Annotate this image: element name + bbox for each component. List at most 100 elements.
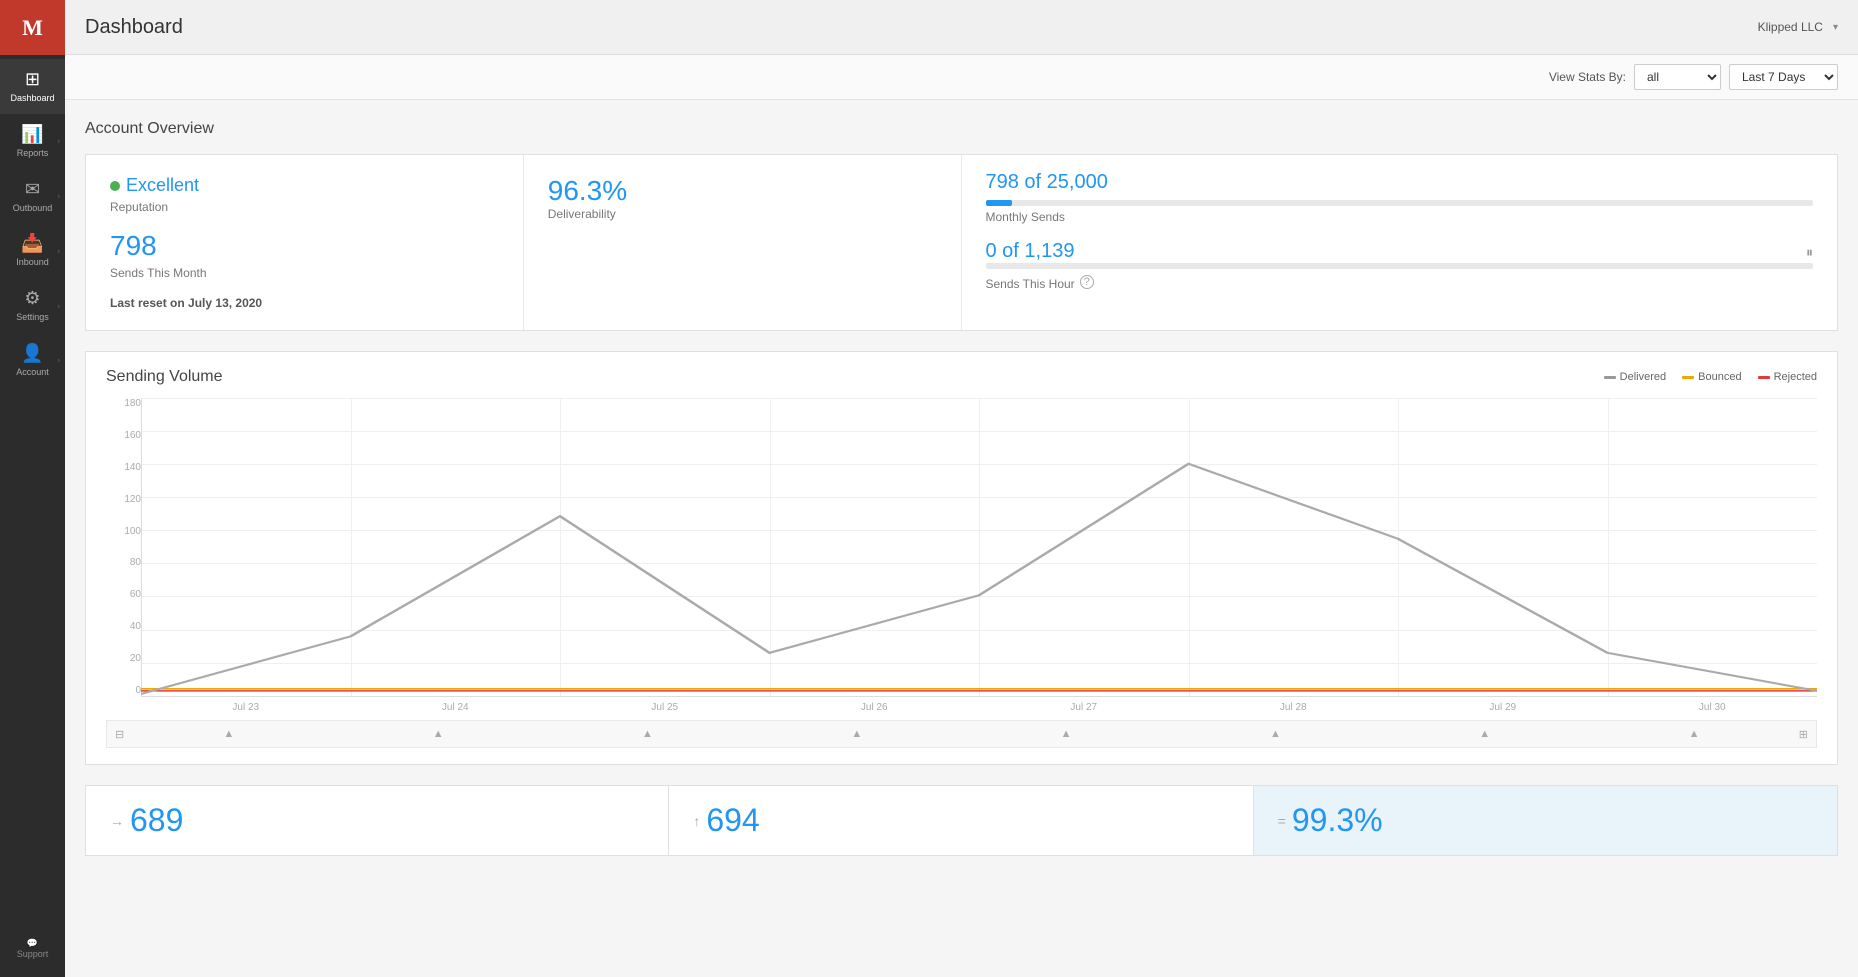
overview-section-title: Account Overview xyxy=(85,120,1838,138)
bottom-stat-sent: → 689 xyxy=(85,785,669,856)
view-stats-label: View Stats By: xyxy=(1549,70,1626,84)
logo-text: M xyxy=(22,15,43,41)
last-reset-text: Last reset on July 13, 2020 xyxy=(110,296,499,310)
hourly-sends-label: Sends This Hour xyxy=(986,277,1075,291)
sidebar-item-account[interactable]: 👤 Account › xyxy=(0,333,65,388)
sent-arrow-icon: → xyxy=(110,813,124,829)
sidebar-item-dashboard[interactable]: ⊞ Dashboard xyxy=(0,59,65,114)
hourly-sends-progress-bg xyxy=(986,263,1814,269)
expand-icon: › xyxy=(57,246,60,255)
sending-volume-section: Sending Volume Delivered Bounced Rejecte… xyxy=(85,351,1838,765)
delivered-legend-color xyxy=(1604,376,1616,379)
monthly-sends-label: Monthly Sends xyxy=(986,210,1814,224)
content-area: Account Overview Excellent Reputation 79… xyxy=(65,100,1858,977)
chart-title: Sending Volume xyxy=(106,368,223,386)
sidebar-item-label: Outbound xyxy=(13,203,53,214)
reputation-dot xyxy=(110,181,120,191)
stats-filter-select[interactable]: all sent delivered xyxy=(1634,64,1721,90)
last-reset-prefix: Last reset on xyxy=(110,296,185,310)
support-icon: 💬 xyxy=(27,938,38,949)
rate-equals-icon: = xyxy=(1278,813,1286,829)
bounced-legend-color xyxy=(1682,376,1694,379)
company-dropdown-icon[interactable]: ▾ xyxy=(1833,22,1838,33)
header-right: Klipped LLC ▾ xyxy=(1758,20,1838,34)
chart-area: Jul 23 Jul 24 Jul 25 Jul 26 Jul 27 Jul 2… xyxy=(141,398,1817,718)
reputation-stat: Excellent Reputation xyxy=(110,175,499,214)
deliverability-value: 96.3% xyxy=(548,175,937,207)
delivered-arrow-icon: ↑ xyxy=(693,813,700,829)
last-reset-date: July 13, 2020 xyxy=(188,296,262,310)
legend-rejected: Rejected xyxy=(1758,371,1817,383)
monthly-sends-row: 798 of 25,000 Monthly Sends xyxy=(986,171,1814,224)
pause-icon[interactable]: ⏸ xyxy=(1806,244,1813,261)
reports-icon: 📊 xyxy=(21,124,43,145)
monthly-sends-progress-fill xyxy=(986,200,1012,206)
sidebar-item-label: Account xyxy=(16,367,49,378)
sends-this-month-stat: 798 Sends This Month xyxy=(110,230,499,280)
sends-progress-col: 798 of 25,000 Monthly Sends 0 of 1,139 ⏸ xyxy=(962,155,1838,330)
company-name: Klipped LLC xyxy=(1758,20,1823,34)
monthly-sends-progress-bg xyxy=(986,200,1814,206)
hourly-sends-value: 0 of 1,139 xyxy=(986,240,1075,263)
time-range-select[interactable]: Last 7 Days Last 30 Days Last 90 Days xyxy=(1729,64,1838,90)
sidebar-item-inbound[interactable]: 📥 Inbound › xyxy=(0,223,65,278)
rate-value: 99.3% xyxy=(1292,802,1383,839)
scroll-bar-area[interactable]: ▲ ▲ ▲ ▲ ▲ ▲ ▲ ▲ xyxy=(124,728,1799,740)
support-label: Support xyxy=(17,949,49,959)
overview-grid: Excellent Reputation 798 Sends This Mont… xyxy=(85,154,1838,331)
overview-left-col: Excellent Reputation 798 Sends This Mont… xyxy=(86,155,524,330)
deliverability-col: 96.3% Deliverability xyxy=(524,155,962,330)
expand-icon: › xyxy=(57,356,60,365)
dashboard-icon: ⊞ xyxy=(25,69,40,90)
bottom-stat-rate: = 99.3% xyxy=(1254,785,1838,856)
sidebar-item-reports[interactable]: 📊 Reports › xyxy=(0,114,65,169)
outbound-icon: ✉ xyxy=(25,179,40,200)
scroll-left-icon[interactable]: ⊟ xyxy=(115,728,124,741)
bottom-stats: → 689 ↑ 694 = 99.3% xyxy=(85,785,1838,856)
sidebar-item-label: Dashboard xyxy=(10,93,54,104)
sidebar-item-label: Reports xyxy=(17,148,49,159)
sidebar-item-label: Settings xyxy=(16,312,49,323)
main-content: Dashboard Klipped LLC ▾ View Stats By: a… xyxy=(65,0,1858,977)
reputation-value: Excellent xyxy=(126,175,199,196)
legend-delivered: Delivered xyxy=(1604,371,1666,383)
bottom-stat-delivered: ↑ 694 xyxy=(669,785,1253,856)
app-logo[interactable]: M xyxy=(0,0,65,55)
deliverability-label: Deliverability xyxy=(548,207,937,221)
inbound-icon: 📥 xyxy=(21,233,43,254)
scroll-controls: ⊟ ▲ ▲ ▲ ▲ ▲ ▲ ▲ ▲ ⊞ xyxy=(106,720,1817,748)
chart-wrapper: 180 160 140 120 100 80 60 40 20 0 xyxy=(106,398,1817,718)
sent-value: 689 xyxy=(130,802,183,839)
sidebar-item-support[interactable]: 💬 Support xyxy=(0,928,65,969)
reputation-label: Reputation xyxy=(110,200,499,214)
expand-icon: › xyxy=(57,137,60,146)
sidebar: M ⊞ Dashboard 📊 Reports › ✉ Outbound › 📥… xyxy=(0,0,65,977)
chart-legend: Delivered Bounced Rejected xyxy=(1604,371,1817,383)
y-axis: 180 160 140 120 100 80 60 40 20 0 xyxy=(106,398,141,718)
sends-this-month-value: 798 xyxy=(110,230,499,262)
sidebar-item-outbound[interactable]: ✉ Outbound › xyxy=(0,169,65,224)
expand-icon: › xyxy=(57,301,60,310)
scroll-right-icon[interactable]: ⊞ xyxy=(1799,728,1808,741)
toolbar: View Stats By: all sent delivered Last 7… xyxy=(65,55,1858,100)
sidebar-item-settings[interactable]: ⚙ Settings › xyxy=(0,278,65,333)
delivered-value: 694 xyxy=(706,802,759,839)
header: Dashboard Klipped LLC ▾ xyxy=(65,0,1858,55)
sidebar-item-label: Inbound xyxy=(16,257,49,268)
monthly-sends-value: 798 of 25,000 xyxy=(986,171,1108,194)
legend-bounced-label: Bounced xyxy=(1698,371,1741,383)
legend-bounced: Bounced xyxy=(1682,371,1741,383)
hourly-sends-row: 0 of 1,139 ⏸ Sends This Hour ? xyxy=(986,240,1814,291)
account-icon: 👤 xyxy=(21,343,43,364)
help-icon[interactable]: ? xyxy=(1080,275,1094,289)
sends-this-month-label: Sends This Month xyxy=(110,266,499,280)
settings-icon: ⚙ xyxy=(24,288,40,309)
x-axis-labels: Jul 23 Jul 24 Jul 25 Jul 26 Jul 27 Jul 2… xyxy=(141,696,1817,718)
expand-icon: › xyxy=(57,191,60,200)
chart-header: Sending Volume Delivered Bounced Rejecte… xyxy=(106,368,1817,386)
rejected-legend-color xyxy=(1758,376,1770,379)
legend-rejected-label: Rejected xyxy=(1774,371,1817,383)
page-title: Dashboard xyxy=(85,16,1758,39)
chart-svg xyxy=(141,398,1817,696)
legend-delivered-label: Delivered xyxy=(1620,371,1666,383)
